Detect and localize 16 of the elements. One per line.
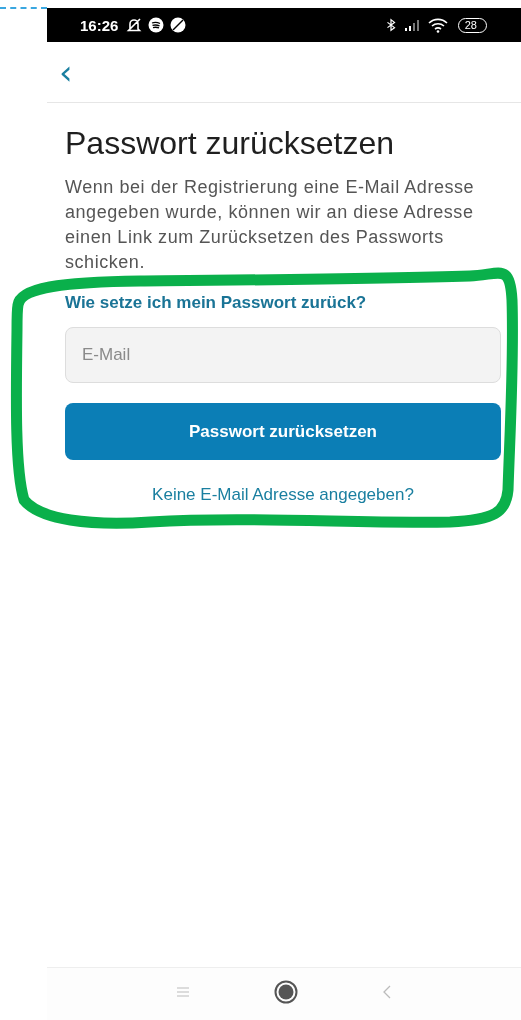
reset-password-button[interactable]: Passwort zurücksetzen <box>65 403 501 460</box>
signal-icon <box>403 18 422 32</box>
page-title: Passwort zurücksetzen <box>65 124 395 163</box>
music-app-icon <box>148 17 165 33</box>
no-email-link[interactable]: Keine E-Mail Adresse angegeben? <box>152 485 414 505</box>
home-icon[interactable] <box>274 980 298 1004</box>
clock-time: 16:26 <box>80 16 119 34</box>
wifi-icon <box>427 17 448 33</box>
email-field[interactable]: E-Mail <box>65 327 501 383</box>
description-text: Wenn bei der Registrierung eine E-Mail Adresse angegeben wurde, können wir an diese Adresse einen Link zum Zurücksetzen des Passworts schicken. <box>65 176 476 274</box>
back-button[interactable]: ‹ <box>55 57 77 87</box>
back-icon[interactable] <box>382 984 392 1000</box>
circle-slash-icon <box>170 17 187 33</box>
muted-bell-icon <box>126 17 143 33</box>
help-link[interactable]: Wie setze ich mein Passwort zurück? <box>65 293 367 313</box>
menu-icon[interactable] <box>176 986 190 998</box>
